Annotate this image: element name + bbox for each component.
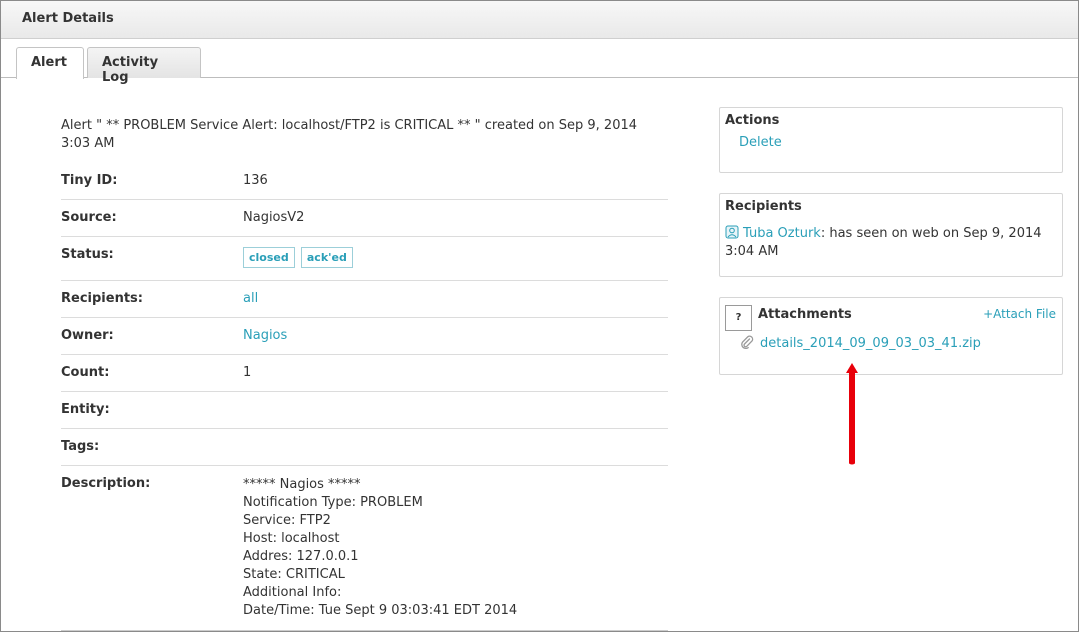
- attachment-entry: details_2014_09_09_03_03_41.zip: [740, 335, 981, 351]
- recipient-status-text: : has seen on web on Sep 9, 2014: [820, 226, 1042, 241]
- attachments-title: Attachments: [758, 307, 852, 322]
- recipient-entry: Tuba Ozturk: has seen on web on Sep 9, 2…: [725, 225, 1055, 261]
- status-label: Status:: [61, 247, 114, 262]
- field-row-owner: Owner: Nagios: [61, 328, 668, 355]
- field-row-count: Count: 1: [61, 365, 668, 392]
- window-header: Alert Details: [1, 1, 1078, 39]
- tiny-id-value: 136: [243, 173, 268, 188]
- field-row-recipients: Recipients: all: [61, 291, 668, 318]
- field-row-source: Source: NagiosV2: [61, 210, 668, 237]
- alert-details-window: Alert Details Alert Activity Log Alert "…: [0, 0, 1079, 632]
- field-row-tiny-id: Tiny ID: 136: [61, 173, 668, 200]
- owner-link[interactable]: Nagios: [243, 328, 287, 343]
- alert-summary: Alert " ** PROBLEM Service Alert: localh…: [61, 118, 638, 151]
- field-row-description: Description: ***** Nagios ***** Notifica…: [61, 476, 668, 631]
- recipients-all-link[interactable]: all: [243, 291, 258, 306]
- actions-panel: Actions Delete: [719, 107, 1063, 173]
- count-value: 1: [243, 365, 252, 380]
- description-text: ***** Nagios ***** Notification Type: PR…: [243, 476, 517, 620]
- entity-label: Entity:: [61, 402, 110, 417]
- attach-file-link[interactable]: +Attach File: [983, 307, 1056, 321]
- recipients-title: Recipients: [725, 199, 802, 214]
- description-line: Service: FTP2: [243, 513, 331, 528]
- recipients-label: Recipients:: [61, 291, 143, 306]
- recipients-panel: Recipients Tuba Ozturk: has seen on web …: [719, 193, 1063, 277]
- count-label: Count:: [61, 365, 110, 380]
- tags-label: Tags:: [61, 439, 100, 454]
- status-badge-acked[interactable]: ack'ed: [300, 247, 353, 268]
- tab-alert[interactable]: Alert: [16, 47, 84, 79]
- description-line: Date/Time: Tue Sept 9 03:03:41 EDT 2014: [243, 603, 518, 618]
- help-button[interactable]: ?: [725, 305, 752, 331]
- description-line: ***** Nagios *****: [243, 477, 361, 492]
- description-line: Notification Type: PROBLEM: [243, 495, 423, 510]
- tab-bar: Alert Activity Log: [1, 39, 1078, 85]
- tab-activity-log[interactable]: Activity Log: [87, 47, 201, 85]
- description-line: Addres: 127.0.0.1: [243, 549, 359, 564]
- description-line: Additional Info:: [243, 585, 342, 600]
- actions-title: Actions: [725, 113, 780, 128]
- description-label: Description:: [61, 476, 151, 491]
- recipient-user-link[interactable]: Tuba Ozturk: [743, 226, 821, 241]
- description-line: State: CRITICAL: [243, 567, 345, 582]
- paperclip-icon: [740, 335, 754, 349]
- attachments-panel: ? Attachments +Attach File details_2014_…: [719, 297, 1063, 375]
- owner-label: Owner:: [61, 328, 114, 343]
- field-row-tags: Tags:: [61, 439, 668, 466]
- annotation-arrow-icon: [846, 363, 858, 465]
- status-badges: closed ack'ed: [243, 247, 355, 268]
- field-row-entity: Entity:: [61, 402, 668, 429]
- source-value: NagiosV2: [243, 210, 305, 225]
- status-badge-closed[interactable]: closed: [243, 247, 295, 268]
- source-label: Source:: [61, 210, 117, 225]
- attachment-file-link[interactable]: details_2014_09_09_03_03_41.zip: [760, 336, 981, 351]
- delete-link[interactable]: Delete: [739, 135, 782, 150]
- recipient-status-time: 3:04 AM: [725, 244, 779, 259]
- description-line: Host: localhost: [243, 531, 340, 546]
- user-icon: [725, 225, 739, 239]
- window-title: Alert Details: [22, 11, 114, 26]
- field-row-status: Status: closed ack'ed: [61, 247, 668, 281]
- tiny-id-label: Tiny ID:: [61, 173, 118, 188]
